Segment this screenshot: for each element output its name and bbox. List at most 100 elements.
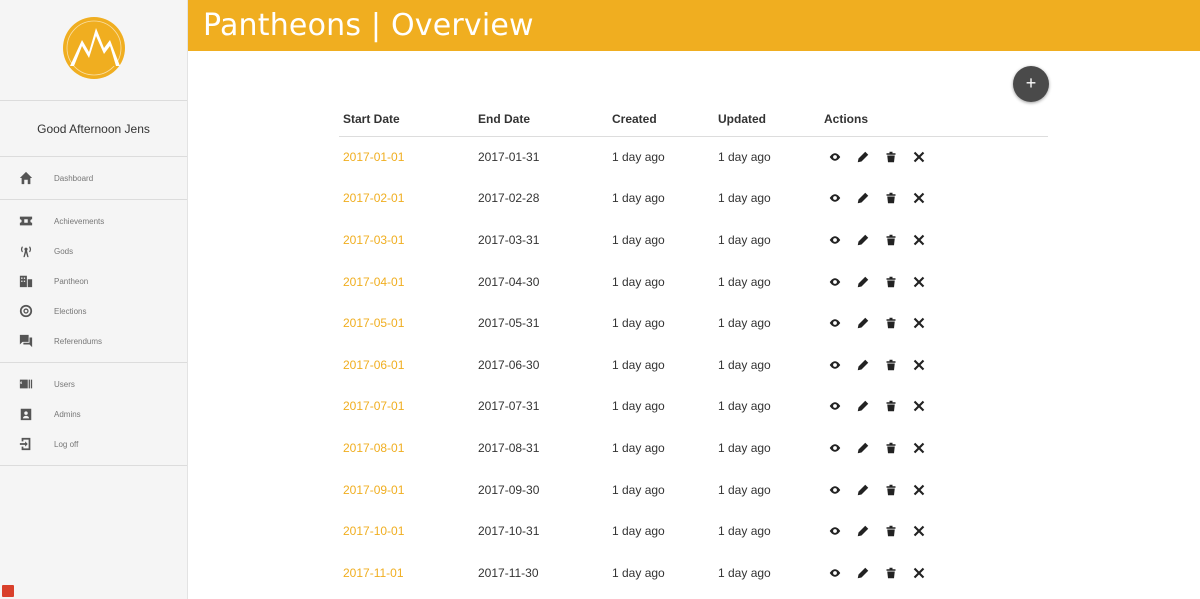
- sidebar-item-label: Elections: [54, 306, 87, 316]
- building-icon: [18, 273, 34, 289]
- start-date-link[interactable]: 2017-01-01: [339, 136, 474, 178]
- table-row: 2017-07-01 2017-07-31 1 day ago 1 day ago: [339, 386, 1048, 428]
- edit-icon[interactable]: [856, 358, 870, 372]
- end-date-cell: 2017-03-31: [478, 232, 540, 247]
- start-date-link[interactable]: 2017-04-01: [339, 261, 474, 303]
- table-row: 2017-04-01 2017-04-30 1 day ago 1 day ago: [339, 261, 1048, 303]
- remove-icon[interactable]: [912, 150, 926, 164]
- remove-icon[interactable]: [912, 191, 926, 205]
- delete-icon[interactable]: [884, 233, 898, 247]
- add-button[interactable]: +: [1013, 66, 1049, 102]
- sidebar-item-referendums[interactable]: Referendums: [0, 326, 187, 356]
- row-actions: [824, 358, 1048, 372]
- sidebar-item-admins[interactable]: Admins: [0, 399, 187, 429]
- edit-icon[interactable]: [856, 316, 870, 330]
- edit-icon[interactable]: [856, 566, 870, 580]
- sidebar-item-achievements[interactable]: Achievements: [0, 206, 187, 236]
- badge-icon: [2, 585, 14, 597]
- start-date-link[interactable]: 2017-11-01: [339, 552, 474, 594]
- view-icon[interactable]: [828, 524, 842, 538]
- delete-icon[interactable]: [884, 566, 898, 580]
- target-icon: [18, 303, 34, 319]
- remove-icon[interactable]: [912, 566, 926, 580]
- sidebar-item-gods[interactable]: Gods: [0, 236, 187, 266]
- remove-icon[interactable]: [912, 441, 926, 455]
- delete-icon[interactable]: [884, 358, 898, 372]
- view-icon[interactable]: [828, 316, 842, 330]
- view-icon[interactable]: [828, 399, 842, 413]
- view-icon[interactable]: [828, 358, 842, 372]
- updated-cell: 1 day ago: [718, 274, 771, 289]
- updated-cell: 1 day ago: [718, 150, 771, 165]
- delete-icon[interactable]: [884, 399, 898, 413]
- sidebar-item-label: Gods: [54, 246, 74, 256]
- sidebar-item-label: Referendums: [54, 336, 103, 346]
- remove-icon[interactable]: [912, 233, 926, 247]
- remove-icon[interactable]: [912, 275, 926, 289]
- actions-cell: [820, 136, 1048, 178]
- sidebar-item-users[interactable]: Users: [0, 369, 187, 399]
- sidebar-item-label: Admins: [54, 409, 81, 419]
- remove-icon[interactable]: [912, 316, 926, 330]
- header-start-date[interactable]: Start Date: [339, 102, 474, 137]
- end-date-cell: 2017-09-30: [478, 482, 540, 497]
- logoff-icon: [18, 436, 34, 452]
- end-date-cell: 2017-04-30: [478, 274, 540, 289]
- edit-icon[interactable]: [856, 233, 870, 247]
- table-row: 2017-11-01 2017-11-30 1 day ago 1 day ago: [339, 552, 1048, 594]
- view-icon[interactable]: [828, 483, 842, 497]
- updated-cell: 1 day ago: [718, 191, 771, 206]
- actions-cell: [820, 261, 1048, 303]
- sidebar-item-dashboard[interactable]: Dashboard: [0, 163, 187, 193]
- edit-icon[interactable]: [856, 524, 870, 538]
- start-date-link[interactable]: 2017-03-01: [339, 219, 474, 261]
- remove-icon[interactable]: [912, 483, 926, 497]
- actions-cell: [820, 552, 1048, 594]
- remove-icon[interactable]: [912, 399, 926, 413]
- edit-icon[interactable]: [856, 399, 870, 413]
- delete-icon[interactable]: [884, 150, 898, 164]
- view-icon[interactable]: [828, 191, 842, 205]
- edit-icon[interactable]: [856, 483, 870, 497]
- start-date-link[interactable]: 2017-09-01: [339, 469, 474, 511]
- view-icon[interactable]: [828, 441, 842, 455]
- start-date-link[interactable]: 2017-07-01: [339, 386, 474, 428]
- view-icon[interactable]: [828, 566, 842, 580]
- edit-icon[interactable]: [856, 191, 870, 205]
- header-end-date[interactable]: End Date: [474, 102, 608, 137]
- delete-icon[interactable]: [884, 275, 898, 289]
- row-actions: [824, 233, 1048, 247]
- delete-icon[interactable]: [884, 441, 898, 455]
- remove-icon[interactable]: [912, 524, 926, 538]
- view-icon[interactable]: [828, 275, 842, 289]
- users-icon: [18, 376, 34, 392]
- delete-icon[interactable]: [884, 524, 898, 538]
- view-icon[interactable]: [828, 150, 842, 164]
- sidebar-item-log-off[interactable]: Log off: [0, 429, 187, 459]
- row-actions: [824, 483, 1048, 497]
- page-header: Pantheons | Overview: [188, 0, 1200, 51]
- start-date-link[interactable]: 2017-08-01: [339, 427, 474, 469]
- edit-icon[interactable]: [856, 441, 870, 455]
- updated-cell: 1 day ago: [718, 399, 771, 414]
- start-date-link[interactable]: 2017-02-01: [339, 178, 474, 220]
- delete-icon[interactable]: [884, 483, 898, 497]
- sidebar-item-pantheon[interactable]: Pantheon: [0, 266, 187, 296]
- start-date-link[interactable]: 2017-06-01: [339, 344, 474, 386]
- created-cell: 1 day ago: [612, 191, 665, 206]
- delete-icon[interactable]: [884, 191, 898, 205]
- sidebar-item-label: Users: [54, 379, 75, 389]
- created-cell: 1 day ago: [612, 150, 665, 165]
- nav-group: Dashboard: [0, 157, 187, 200]
- delete-icon[interactable]: [884, 316, 898, 330]
- remove-icon[interactable]: [912, 358, 926, 372]
- header-updated[interactable]: Updated: [714, 102, 820, 137]
- header-created[interactable]: Created: [608, 102, 714, 137]
- start-date-link[interactable]: 2017-10-01: [339, 510, 474, 552]
- updated-cell: 1 day ago: [718, 524, 771, 539]
- sidebar-item-elections[interactable]: Elections: [0, 296, 187, 326]
- view-icon[interactable]: [828, 233, 842, 247]
- start-date-link[interactable]: 2017-05-01: [339, 302, 474, 344]
- edit-icon[interactable]: [856, 150, 870, 164]
- edit-icon[interactable]: [856, 275, 870, 289]
